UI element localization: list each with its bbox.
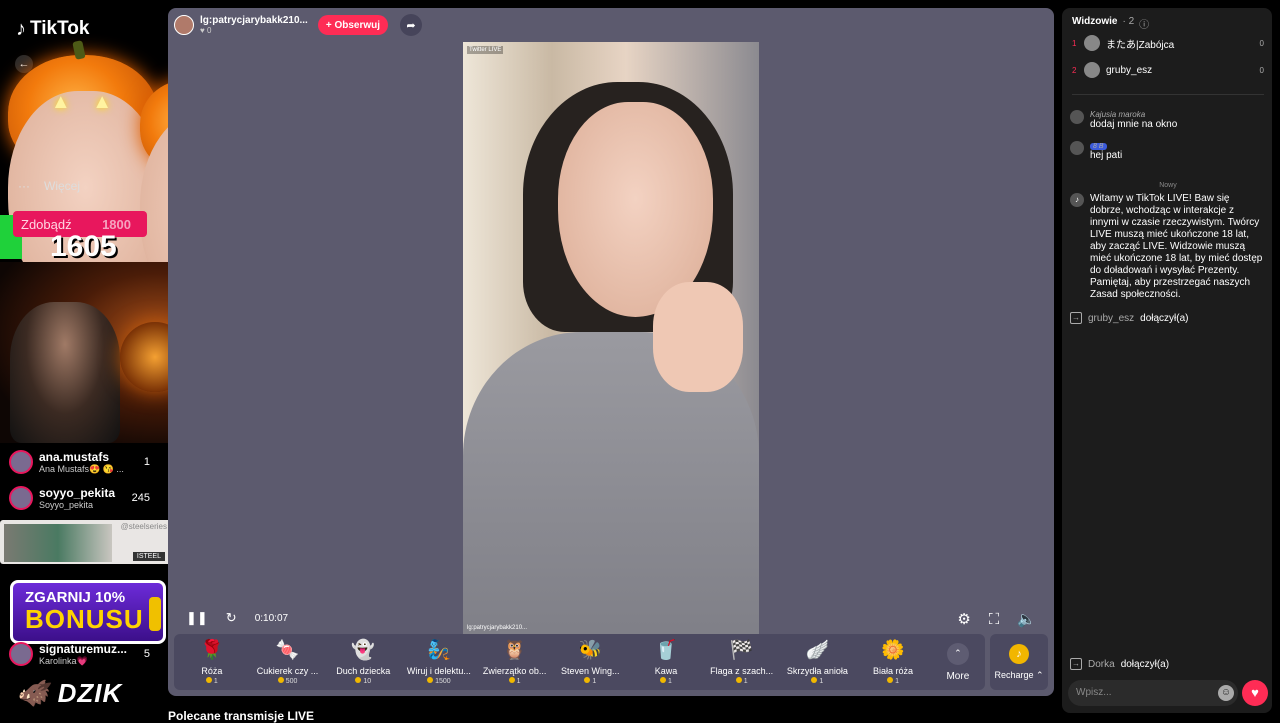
tiktok-logo[interactable]: ♪ TikTok xyxy=(16,18,89,40)
video-stream[interactable]: Twitter LIVE lg:patrycjarybakk210... xyxy=(463,42,759,634)
host-avatar[interactable] xyxy=(174,15,194,35)
genie-icon: 🧞 xyxy=(427,640,451,661)
left-sidebar: ♪ TikTok ← ▲ ▲ ▲▲ ··· Więcej Zdobądź 180… xyxy=(0,0,295,720)
list-item[interactable]: ana.mustafs Ana Mustafs😍 😘 ... 1 xyxy=(0,444,168,480)
streamer-figure xyxy=(10,302,120,443)
tiktok-icon: ♪ xyxy=(1070,193,1084,207)
more-menu-item[interactable]: ··· Więcej xyxy=(18,179,80,193)
new-messages-divider: Nowy xyxy=(1159,182,1177,189)
tiktok-note-icon: ♪ xyxy=(16,18,26,40)
wings-icon: 🪽 xyxy=(805,640,830,661)
white-rose-icon: 🌼 xyxy=(881,640,905,661)
ghost-icon: 👻 xyxy=(351,640,376,661)
coffee-icon: 🥤 xyxy=(654,640,678,661)
viewer-row[interactable]: 1 またあ|Zabójca 0 xyxy=(1072,30,1264,56)
elapsed-time: 0:10:07 xyxy=(254,612,289,624)
share-icon[interactable]: ➦ xyxy=(400,14,423,36)
avatar xyxy=(9,450,33,474)
avatar xyxy=(9,642,33,666)
emoji-icon[interactable]: ☺ xyxy=(1218,685,1234,701)
bottle-icon xyxy=(149,597,161,631)
recommended-title: Polecane transmisje LIVE xyxy=(168,709,315,723)
gift-item[interactable]: 🏁 Flaga z szach... 1 xyxy=(704,639,780,685)
chat-input[interactable]: Wpisz... xyxy=(1068,680,1238,706)
owl-icon: 🦉 xyxy=(502,640,527,661)
gift-item[interactable]: 🦉 Zwierzątko ob... 1 xyxy=(477,639,553,685)
chevron-up-icon: ⌃ xyxy=(946,642,969,665)
live-player: lg:patrycjarybakk210... ♥ 0 + Obserwuj ➦… xyxy=(168,8,1054,696)
player-options: ⚙ ⛶ 🔈 xyxy=(957,610,1036,629)
host-bar: lg:patrycjarybakk210... ♥ 0 + Obserwuj ➦ xyxy=(174,14,423,36)
list-item[interactable]: signaturemuz... Karolinka💗 5 xyxy=(0,636,168,672)
candy-icon: 🍬 xyxy=(275,640,300,661)
welcome-message: ♪ Witamy w TikTok LIVE! Baw się dobrze, … xyxy=(1070,193,1264,301)
pause-icon[interactable]: ❚❚ xyxy=(186,610,208,626)
bonus-promo: ZGARNIJ 10% BONUSU xyxy=(10,580,166,644)
goal-count: 1605 xyxy=(50,230,117,263)
refresh-icon[interactable]: ↻ xyxy=(226,610,237,626)
info-icon[interactable]: ⓘ xyxy=(1139,16,1149,31)
viewer-row[interactable]: 2 gruby_esz 0 xyxy=(1072,57,1264,83)
fullscreen-icon[interactable]: ⛶ xyxy=(989,611,1000,628)
avatar xyxy=(1070,110,1084,124)
playback-controls: ❚❚ ↻ 0:10:07 xyxy=(186,610,288,626)
list-item[interactable]: soyyo_pekita Soyyo_pekita 245 xyxy=(0,480,168,516)
viewers-header: Widzowie · 2 ⓘ xyxy=(1072,16,1150,31)
more-gifts-button[interactable]: ⌃ More xyxy=(931,642,985,682)
rose-icon: 🌹 xyxy=(200,640,224,661)
level-badge: 8 B xyxy=(1090,143,1107,150)
pumpkin-decoration: ▲ ▲ xyxy=(8,40,163,306)
chat-message: Kajusia maroka dodaj mnie na okno xyxy=(1070,110,1264,130)
settings-gear-icon[interactable]: ⚙ xyxy=(957,610,970,628)
heart-like-button[interactable]: ♥ xyxy=(1242,680,1268,706)
join-notice: → Dorka dołączył(a) xyxy=(1070,658,1170,670)
host-likes: ♥ 0 xyxy=(200,26,212,35)
join-notice: → gruby_esz dołączył(a) xyxy=(1070,312,1189,324)
coin-icon: ♪ xyxy=(1009,644,1029,664)
chat-message: 8 B hej pati xyxy=(1070,141,1264,161)
avatar xyxy=(1084,35,1100,51)
gift-item[interactable]: 🍬 Cukierek czy ... 500 xyxy=(250,639,326,685)
join-icon: → xyxy=(1070,312,1082,324)
gift-bar: 🌹 Róża 1 🍬 Cukierek czy ... 500 👻 Duch dzieck… xyxy=(174,634,985,690)
product-image xyxy=(4,524,112,562)
gift-item[interactable]: 🌼 Biała róża 1 xyxy=(855,639,931,685)
chat-panel: Widzowie · 2 ⓘ 1 またあ|Zabójca 0 2 gruby_e… xyxy=(1062,8,1272,713)
avatar xyxy=(9,486,33,510)
gift-item[interactable]: 🐝 Steven Wing... 1 xyxy=(552,639,628,685)
gift-item[interactable]: 🪽 Skrzydła anioła 1 xyxy=(780,639,856,685)
recharge-button[interactable]: ♪ Recharge ⌃ xyxy=(990,634,1048,690)
gift-item[interactable]: 🧞 Wiruj i delektu... 1500 xyxy=(401,639,477,685)
more-dots-icon: ··· xyxy=(18,179,30,193)
avatar xyxy=(1084,62,1100,78)
avatar xyxy=(1070,141,1084,155)
gift-item[interactable]: 🌹 Róża 1 xyxy=(174,639,250,685)
video-hand xyxy=(653,282,743,392)
sponsor-banner: @steelseries ISTEEL xyxy=(0,520,175,564)
join-icon: → xyxy=(1070,658,1082,670)
follow-button[interactable]: + Obserwuj xyxy=(317,15,389,35)
divider xyxy=(1072,94,1264,95)
gift-item[interactable]: 👻 Duch dziecka 10 xyxy=(325,639,401,685)
bee-icon: 🐝 xyxy=(578,640,603,661)
checkered-flag-icon: 🏁 xyxy=(729,640,754,661)
volume-icon[interactable]: 🔈 xyxy=(1017,610,1036,628)
gift-item[interactable]: 🥤 Kawa 1 xyxy=(628,639,704,685)
dzik-logo: 🐗 DZIK xyxy=(16,678,123,708)
